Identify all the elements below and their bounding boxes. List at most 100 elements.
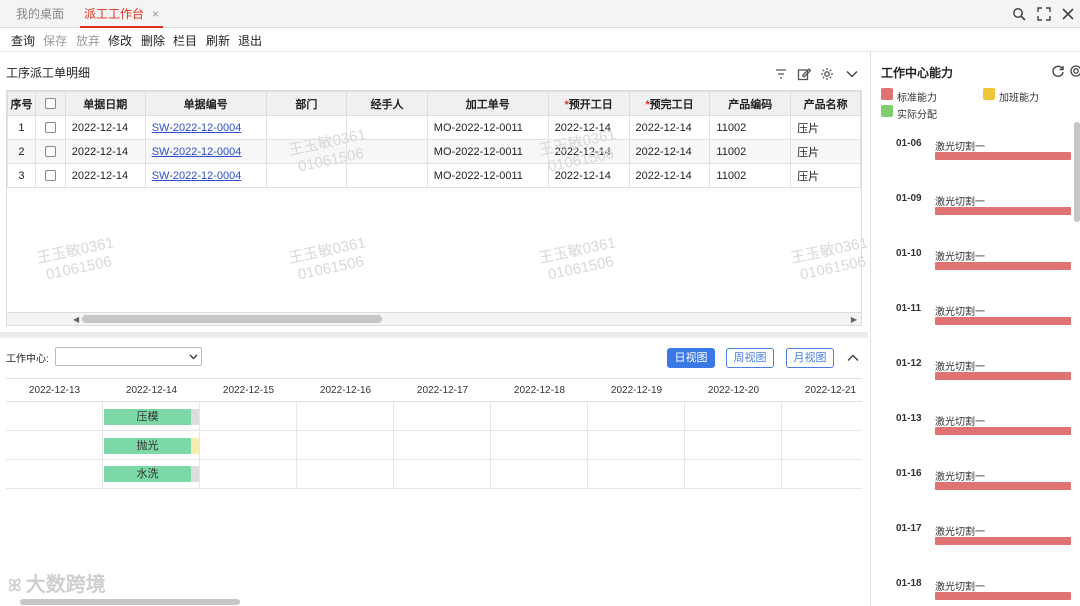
close-icon[interactable] bbox=[1058, 4, 1078, 24]
cell-mo: MO-2022-12-0011 bbox=[426, 139, 549, 164]
document-link[interactable]: SW-2022-12-0004 bbox=[152, 122, 242, 134]
cell-end: 2022-12-14 bbox=[628, 163, 711, 188]
chevron-up-icon[interactable] bbox=[844, 349, 862, 367]
chevron-down-icon[interactable] bbox=[843, 65, 861, 83]
cell-dept bbox=[265, 115, 348, 140]
cell-code[interactable]: SW-2022-12-0004 bbox=[144, 163, 267, 188]
edit-button[interactable]: 修改 bbox=[108, 32, 132, 49]
checkbox[interactable] bbox=[44, 122, 56, 134]
work-center-select[interactable] bbox=[55, 347, 202, 366]
header-end: *预完工日 bbox=[628, 91, 711, 116]
checkbox[interactable] bbox=[44, 98, 56, 110]
settings-icon[interactable] bbox=[1067, 62, 1080, 80]
settings-icon[interactable] bbox=[818, 65, 836, 83]
cell-select[interactable] bbox=[34, 139, 66, 164]
table-horizontal-scrollbar[interactable]: ◀ ▶ bbox=[6, 312, 862, 326]
legend-label-overtime: 加班能力 bbox=[999, 93, 1039, 104]
cell-dept bbox=[265, 139, 348, 164]
edit-icon[interactable] bbox=[795, 65, 813, 83]
header-date: 单据日期 bbox=[64, 91, 146, 116]
close-icon[interactable]: × bbox=[152, 7, 159, 21]
capacity-day: 01-11 bbox=[896, 303, 922, 314]
chevron-down-icon bbox=[189, 354, 198, 360]
refresh-icon[interactable] bbox=[1049, 62, 1067, 80]
fullscreen-icon[interactable] bbox=[1034, 4, 1054, 24]
pane-divider[interactable] bbox=[0, 332, 868, 338]
capacity-bar[interactable] bbox=[935, 372, 1071, 380]
header-start: *预开工日 bbox=[547, 91, 630, 116]
gantt-task-bar[interactable]: 水洗 bbox=[104, 466, 199, 482]
cell-start: 2022-12-14 bbox=[547, 115, 630, 140]
cell-date: 2022-12-14 bbox=[64, 139, 146, 164]
gantt-date: 2022-12-15 bbox=[222, 385, 275, 396]
capacity-day: 01-16 bbox=[896, 468, 922, 479]
refresh-button[interactable]: 刷新 bbox=[206, 32, 230, 49]
cell-mo: MO-2022-12-0011 bbox=[426, 115, 549, 140]
scroll-right-icon[interactable]: ▶ bbox=[851, 315, 857, 324]
toolbar: 查询 保存 放弃 修改 删除 栏目 刷新 退出 bbox=[0, 28, 1080, 52]
delete-button[interactable]: 删除 bbox=[141, 32, 165, 49]
capacity-bar[interactable] bbox=[935, 537, 1071, 545]
tab-my-desktop[interactable]: 我的桌面 bbox=[16, 0, 64, 28]
scrollbar-thumb[interactable] bbox=[20, 599, 240, 605]
capacity-work-center-name: 激光切割一 bbox=[935, 582, 985, 593]
tab-dispatch-workbench[interactable]: 派工工作台 × bbox=[80, 0, 164, 28]
capacity-work-center-name: 激光切割一 bbox=[935, 472, 985, 483]
table-row[interactable]: 3 2022-12-14 SW-2022-12-0004 MO-2022-12-… bbox=[7, 163, 861, 188]
document-link[interactable]: SW-2022-12-0004 bbox=[152, 146, 242, 158]
gantt-date-header: 2022-12-13 2022-12-14 2022-12-15 2022-12… bbox=[6, 378, 862, 402]
capacity-bar[interactable] bbox=[935, 262, 1071, 270]
table-row[interactable]: 2 2022-12-14 SW-2022-12-0004 MO-2022-12-… bbox=[7, 139, 861, 164]
header-select-all[interactable] bbox=[34, 91, 66, 116]
week-view-button[interactable]: 周视图 bbox=[726, 348, 774, 368]
filter-icon[interactable] bbox=[772, 65, 790, 83]
cell-pcode: 11002 bbox=[709, 163, 792, 188]
legend-swatch-standard bbox=[881, 88, 893, 100]
gantt-date: 2022-12-20 bbox=[707, 385, 760, 396]
cell-select[interactable] bbox=[34, 115, 66, 140]
capacity-work-center-name: 激光切割一 bbox=[935, 142, 985, 153]
header-code: 单据编号 bbox=[144, 91, 267, 116]
cell-code[interactable]: SW-2022-12-0004 bbox=[144, 115, 267, 140]
month-view-button[interactable]: 月视图 bbox=[786, 348, 834, 368]
capacity-title: 工作中心能力 bbox=[881, 66, 954, 80]
gantt-date: 2022-12-21 bbox=[804, 385, 857, 396]
scrollbar-thumb[interactable] bbox=[82, 315, 382, 323]
day-view-button[interactable]: 日视图 bbox=[667, 348, 715, 368]
cell-select[interactable] bbox=[34, 163, 66, 188]
scroll-left-icon[interactable]: ◀ bbox=[73, 315, 79, 324]
checkbox[interactable] bbox=[44, 170, 56, 182]
search-icon[interactable] bbox=[1009, 4, 1029, 24]
exit-button[interactable]: 退出 bbox=[238, 32, 262, 49]
cell-pcode: 11002 bbox=[709, 139, 792, 164]
capacity-bar[interactable] bbox=[935, 152, 1071, 160]
capacity-bar[interactable] bbox=[935, 317, 1071, 325]
discard-button[interactable]: 放弃 bbox=[76, 32, 100, 49]
cell-date: 2022-12-14 bbox=[64, 115, 146, 140]
capacity-day: 01-18 bbox=[896, 578, 922, 589]
cell-end: 2022-12-14 bbox=[628, 115, 711, 140]
query-button[interactable]: 查询 bbox=[11, 32, 35, 49]
capacity-bar[interactable] bbox=[935, 207, 1071, 215]
capacity-bar[interactable] bbox=[935, 427, 1071, 435]
task-bar-tail bbox=[191, 409, 199, 425]
save-button[interactable]: 保存 bbox=[43, 32, 67, 49]
table-row[interactable]: 1 2022-12-14 SW-2022-12-0004 MO-2022-12-… bbox=[7, 115, 861, 140]
header-handler: 经手人 bbox=[346, 91, 428, 116]
capacity-work-center-name: 激光切割一 bbox=[935, 197, 985, 208]
header-label: 预开工日 bbox=[568, 98, 613, 111]
gantt-task-bar[interactable]: 抛光 bbox=[104, 438, 199, 454]
capacity-day: 01-13 bbox=[896, 413, 922, 424]
cell-start: 2022-12-14 bbox=[547, 139, 630, 164]
gantt-task-bar[interactable]: 压模 bbox=[104, 409, 199, 425]
capacity-bar[interactable] bbox=[935, 592, 1071, 600]
cell-start: 2022-12-14 bbox=[547, 163, 630, 188]
checkbox[interactable] bbox=[44, 146, 56, 158]
capacity-scrollbar[interactable] bbox=[1074, 122, 1080, 222]
document-link[interactable]: SW-2022-12-0004 bbox=[152, 170, 242, 182]
cell-code[interactable]: SW-2022-12-0004 bbox=[144, 139, 267, 164]
cell-seq: 1 bbox=[7, 115, 36, 140]
capacity-bar[interactable] bbox=[935, 482, 1071, 490]
columns-button[interactable]: 栏目 bbox=[173, 32, 197, 49]
gantt-horizontal-scrollbar[interactable] bbox=[6, 598, 862, 606]
